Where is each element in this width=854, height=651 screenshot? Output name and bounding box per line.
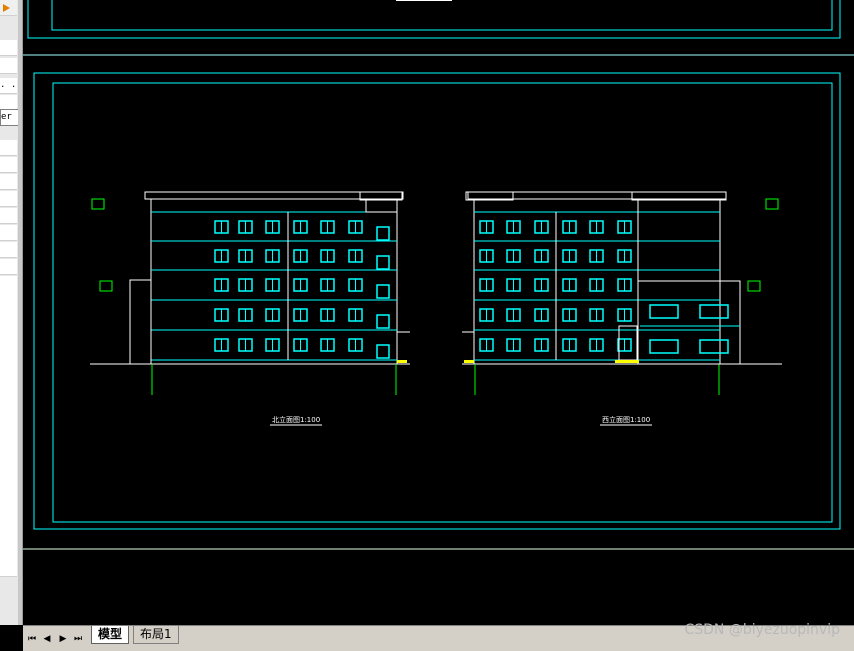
caption-west-elevation: 西立面图1:100 — [602, 415, 650, 424]
annex-window — [649, 339, 679, 354]
panel-row-dots[interactable]: . . — [0, 78, 17, 94]
caption-north-elevation: 北立面图1:100 — [272, 415, 320, 424]
stair-window — [376, 226, 390, 241]
panel-icon-row[interactable] — [0, 0, 17, 16]
panel-row[interactable] — [0, 157, 17, 173]
watermark: CSDN @biyezuopinvip — [684, 622, 840, 638]
cad-drawing: 北立面图1:100 西立面图1:100 — [23, 0, 854, 550]
panel-blank — [0, 276, 17, 577]
dim-marker — [99, 280, 113, 292]
panel-row[interactable] — [0, 140, 17, 156]
panel-arrow-icon[interactable] — [2, 2, 12, 14]
parapet — [144, 191, 404, 200]
sheet-inner-border — [52, 82, 833, 523]
annex-block — [637, 280, 741, 365]
sheet-outer-border — [33, 72, 841, 530]
annex-window — [699, 304, 729, 319]
north-elevation — [91, 191, 410, 395]
drawing-canvas[interactable]: 北立面图1:100 西立面图1:100 — [23, 0, 854, 625]
panel-row[interactable] — [0, 208, 17, 224]
dim-marker — [91, 198, 105, 210]
tab-model[interactable]: 模型 — [91, 626, 130, 644]
panel-row-layer[interactable]: er — [0, 109, 19, 126]
stair-window — [376, 284, 390, 299]
ground-accent — [397, 360, 407, 363]
first-icon[interactable]: ⏮ — [26, 633, 38, 645]
title-fragment — [396, 0, 452, 1]
panel-row[interactable] — [0, 58, 17, 74]
entrance-door — [618, 325, 638, 361]
prev-icon[interactable]: ◀ — [41, 633, 53, 645]
panel-row[interactable] — [0, 242, 17, 258]
annex-window — [649, 304, 679, 319]
properties-panel: . . er — [0, 0, 23, 625]
panel-row[interactable] — [0, 259, 17, 275]
tab-layout1[interactable]: 布局1 — [133, 626, 179, 644]
stair-window — [376, 314, 390, 329]
ground-accent — [464, 360, 474, 363]
top-sheet-inner-border — [51, 0, 833, 31]
annex-window — [699, 339, 729, 354]
top-sheet-outer-border — [27, 0, 841, 39]
panel-scrollbar[interactable] — [18, 0, 22, 625]
dim-marker — [765, 198, 779, 210]
next-icon[interactable]: ▶ — [57, 633, 69, 645]
panel-row[interactable] — [0, 40, 17, 56]
panel-row[interactable] — [0, 191, 17, 207]
parapet — [467, 191, 727, 200]
dim-marker — [747, 280, 761, 292]
stair-window — [376, 255, 390, 270]
last-icon[interactable]: ⏭ — [72, 633, 84, 645]
stair-window — [376, 344, 390, 359]
panel-row[interactable] — [0, 174, 17, 190]
west-elevation — [462, 191, 779, 395]
panel-row[interactable] — [0, 225, 17, 241]
ground-accent — [615, 360, 639, 363]
stair-tower — [365, 199, 398, 213]
side-annex — [129, 279, 152, 365]
